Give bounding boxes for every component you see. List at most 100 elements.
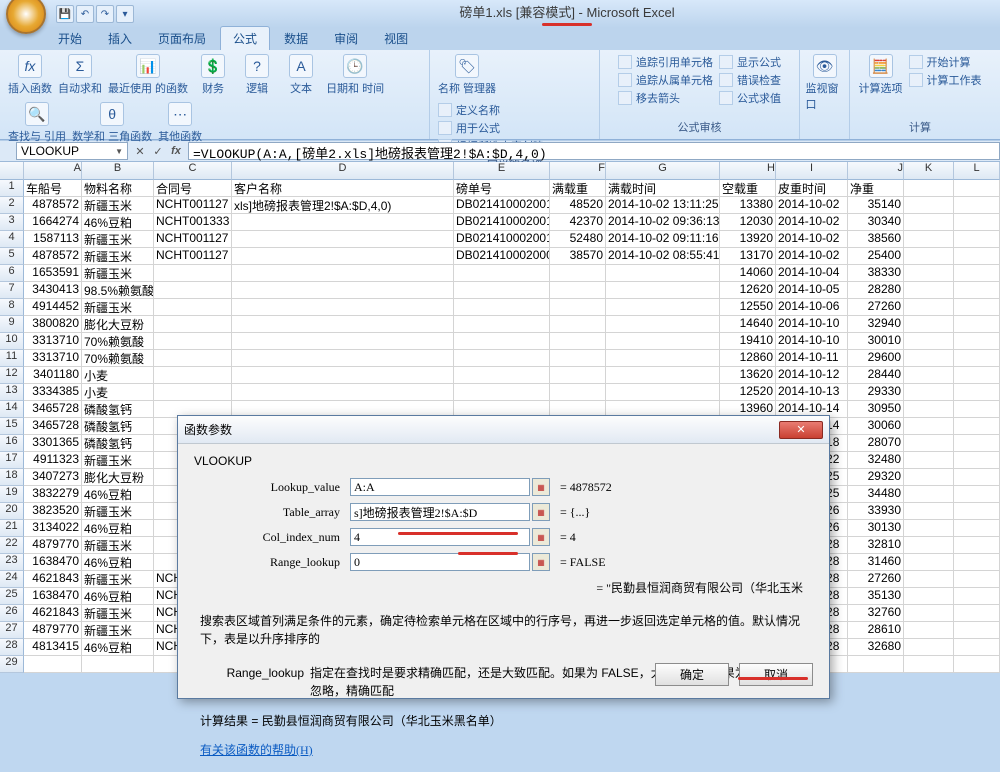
row-header[interactable]: 8: [0, 299, 24, 316]
cell[interactable]: 3832279: [24, 486, 82, 503]
other-functions-button[interactable]: ⋯其他函数: [158, 102, 202, 144]
cell[interactable]: [154, 367, 232, 384]
cell[interactable]: 13380: [720, 197, 776, 214]
cell[interactable]: 1653591: [24, 265, 82, 282]
column-header[interactable]: J: [848, 162, 904, 180]
cell[interactable]: [550, 367, 606, 384]
cell[interactable]: DB0214100020008: [454, 248, 550, 265]
cell[interactable]: [154, 282, 232, 299]
cell[interactable]: 46%豆粕: [82, 486, 154, 503]
cell[interactable]: 30950: [848, 401, 904, 418]
cell[interactable]: 28070: [848, 435, 904, 452]
cell[interactable]: [954, 656, 1000, 673]
cell[interactable]: 4879770: [24, 622, 82, 639]
ribbon-tab-3[interactable]: 公式: [220, 26, 270, 50]
cell[interactable]: 2014-10-02 08:55:41: [606, 248, 720, 265]
cell[interactable]: 46%豆粕: [82, 554, 154, 571]
cell[interactable]: [550, 265, 606, 282]
cell[interactable]: [954, 214, 1000, 231]
column-header[interactable]: E: [454, 162, 550, 180]
cell[interactable]: 28440: [848, 367, 904, 384]
cell[interactable]: [454, 333, 550, 350]
cell[interactable]: [954, 248, 1000, 265]
ribbon-tab-4[interactable]: 数据: [272, 27, 320, 50]
cell[interactable]: 3465728: [24, 418, 82, 435]
cell[interactable]: DB0214100020012: [454, 197, 550, 214]
cell[interactable]: [954, 180, 1000, 197]
cell[interactable]: [954, 282, 1000, 299]
cell[interactable]: NCHT001127: [154, 248, 232, 265]
column-header[interactable]: L: [954, 162, 1000, 180]
cell[interactable]: 3407273: [24, 469, 82, 486]
cell[interactable]: [904, 214, 954, 231]
cell[interactable]: [154, 265, 232, 282]
cell[interactable]: 14640: [720, 316, 776, 333]
cell[interactable]: 29330: [848, 384, 904, 401]
cell[interactable]: [82, 656, 154, 673]
row-header[interactable]: 16: [0, 435, 24, 452]
cell[interactable]: [550, 299, 606, 316]
cell[interactable]: [606, 265, 720, 282]
cell[interactable]: [232, 265, 454, 282]
cell[interactable]: [904, 231, 954, 248]
cancel-button[interactable]: 取消: [739, 663, 813, 686]
column-header[interactable]: A: [24, 162, 82, 180]
range-picker-icon[interactable]: ▦: [532, 478, 550, 496]
cell[interactable]: 4878572: [24, 197, 82, 214]
cell[interactable]: 新疆玉米: [82, 231, 154, 248]
row-header[interactable]: 2: [0, 197, 24, 214]
cell[interactable]: 30060: [848, 418, 904, 435]
cell[interactable]: 新疆玉米: [82, 452, 154, 469]
cell[interactable]: [954, 265, 1000, 282]
cell[interactable]: 3800820: [24, 316, 82, 333]
row-header[interactable]: 29: [0, 656, 24, 673]
cell[interactable]: [550, 384, 606, 401]
cell[interactable]: 98.5%赖氨酸: [82, 282, 154, 299]
cell[interactable]: [954, 452, 1000, 469]
cell[interactable]: [954, 350, 1000, 367]
cell[interactable]: [954, 401, 1000, 418]
calculate-now-button[interactable]: 开始计算: [909, 54, 982, 70]
cell[interactable]: 空载重: [720, 180, 776, 197]
cell[interactable]: 磷酸氢钙: [82, 401, 154, 418]
insert-function-button[interactable]: fx插入函数: [8, 54, 52, 96]
range-picker-icon[interactable]: ▦: [532, 553, 550, 571]
use-in-formula-button[interactable]: 用于公式: [438, 120, 544, 136]
cell[interactable]: [454, 282, 550, 299]
ribbon-tab-5[interactable]: 审阅: [322, 27, 370, 50]
financial-button[interactable]: 💲财务: [194, 54, 232, 96]
cell[interactable]: [954, 588, 1000, 605]
recent-functions-button[interactable]: 📊最近使用 的函数: [108, 54, 188, 96]
cell[interactable]: [904, 316, 954, 333]
cell[interactable]: 净重: [848, 180, 904, 197]
cell[interactable]: [232, 282, 454, 299]
row-header[interactable]: 28: [0, 639, 24, 656]
cell[interactable]: [904, 265, 954, 282]
cell[interactable]: [904, 537, 954, 554]
cell[interactable]: 小麦: [82, 367, 154, 384]
cell[interactable]: 新疆玉米: [82, 503, 154, 520]
cell[interactable]: [154, 350, 232, 367]
arg-input-0[interactable]: [350, 478, 530, 496]
cell[interactable]: 2014-10-13: [776, 384, 848, 401]
cell[interactable]: 28280: [848, 282, 904, 299]
cell[interactable]: 2014-10-04: [776, 265, 848, 282]
cell[interactable]: [232, 367, 454, 384]
cell[interactable]: [954, 367, 1000, 384]
cell[interactable]: 46%豆粕: [82, 639, 154, 656]
cell[interactable]: 30340: [848, 214, 904, 231]
chevron-down-icon[interactable]: ▼: [115, 147, 123, 156]
cell[interactable]: [454, 299, 550, 316]
cell[interactable]: 1587113: [24, 231, 82, 248]
cell[interactable]: [954, 503, 1000, 520]
cell[interactable]: 70%赖氨酸: [82, 350, 154, 367]
cell[interactable]: 3823520: [24, 503, 82, 520]
cell[interactable]: 2014-10-02 13:11:25: [606, 197, 720, 214]
column-header[interactable]: H: [720, 162, 776, 180]
cell[interactable]: 19410: [720, 333, 776, 350]
cell[interactable]: 4879770: [24, 537, 82, 554]
cell[interactable]: 3313710: [24, 333, 82, 350]
cell[interactable]: 42370: [550, 214, 606, 231]
cell[interactable]: [954, 384, 1000, 401]
cell[interactable]: 膨化大豆粉: [82, 469, 154, 486]
